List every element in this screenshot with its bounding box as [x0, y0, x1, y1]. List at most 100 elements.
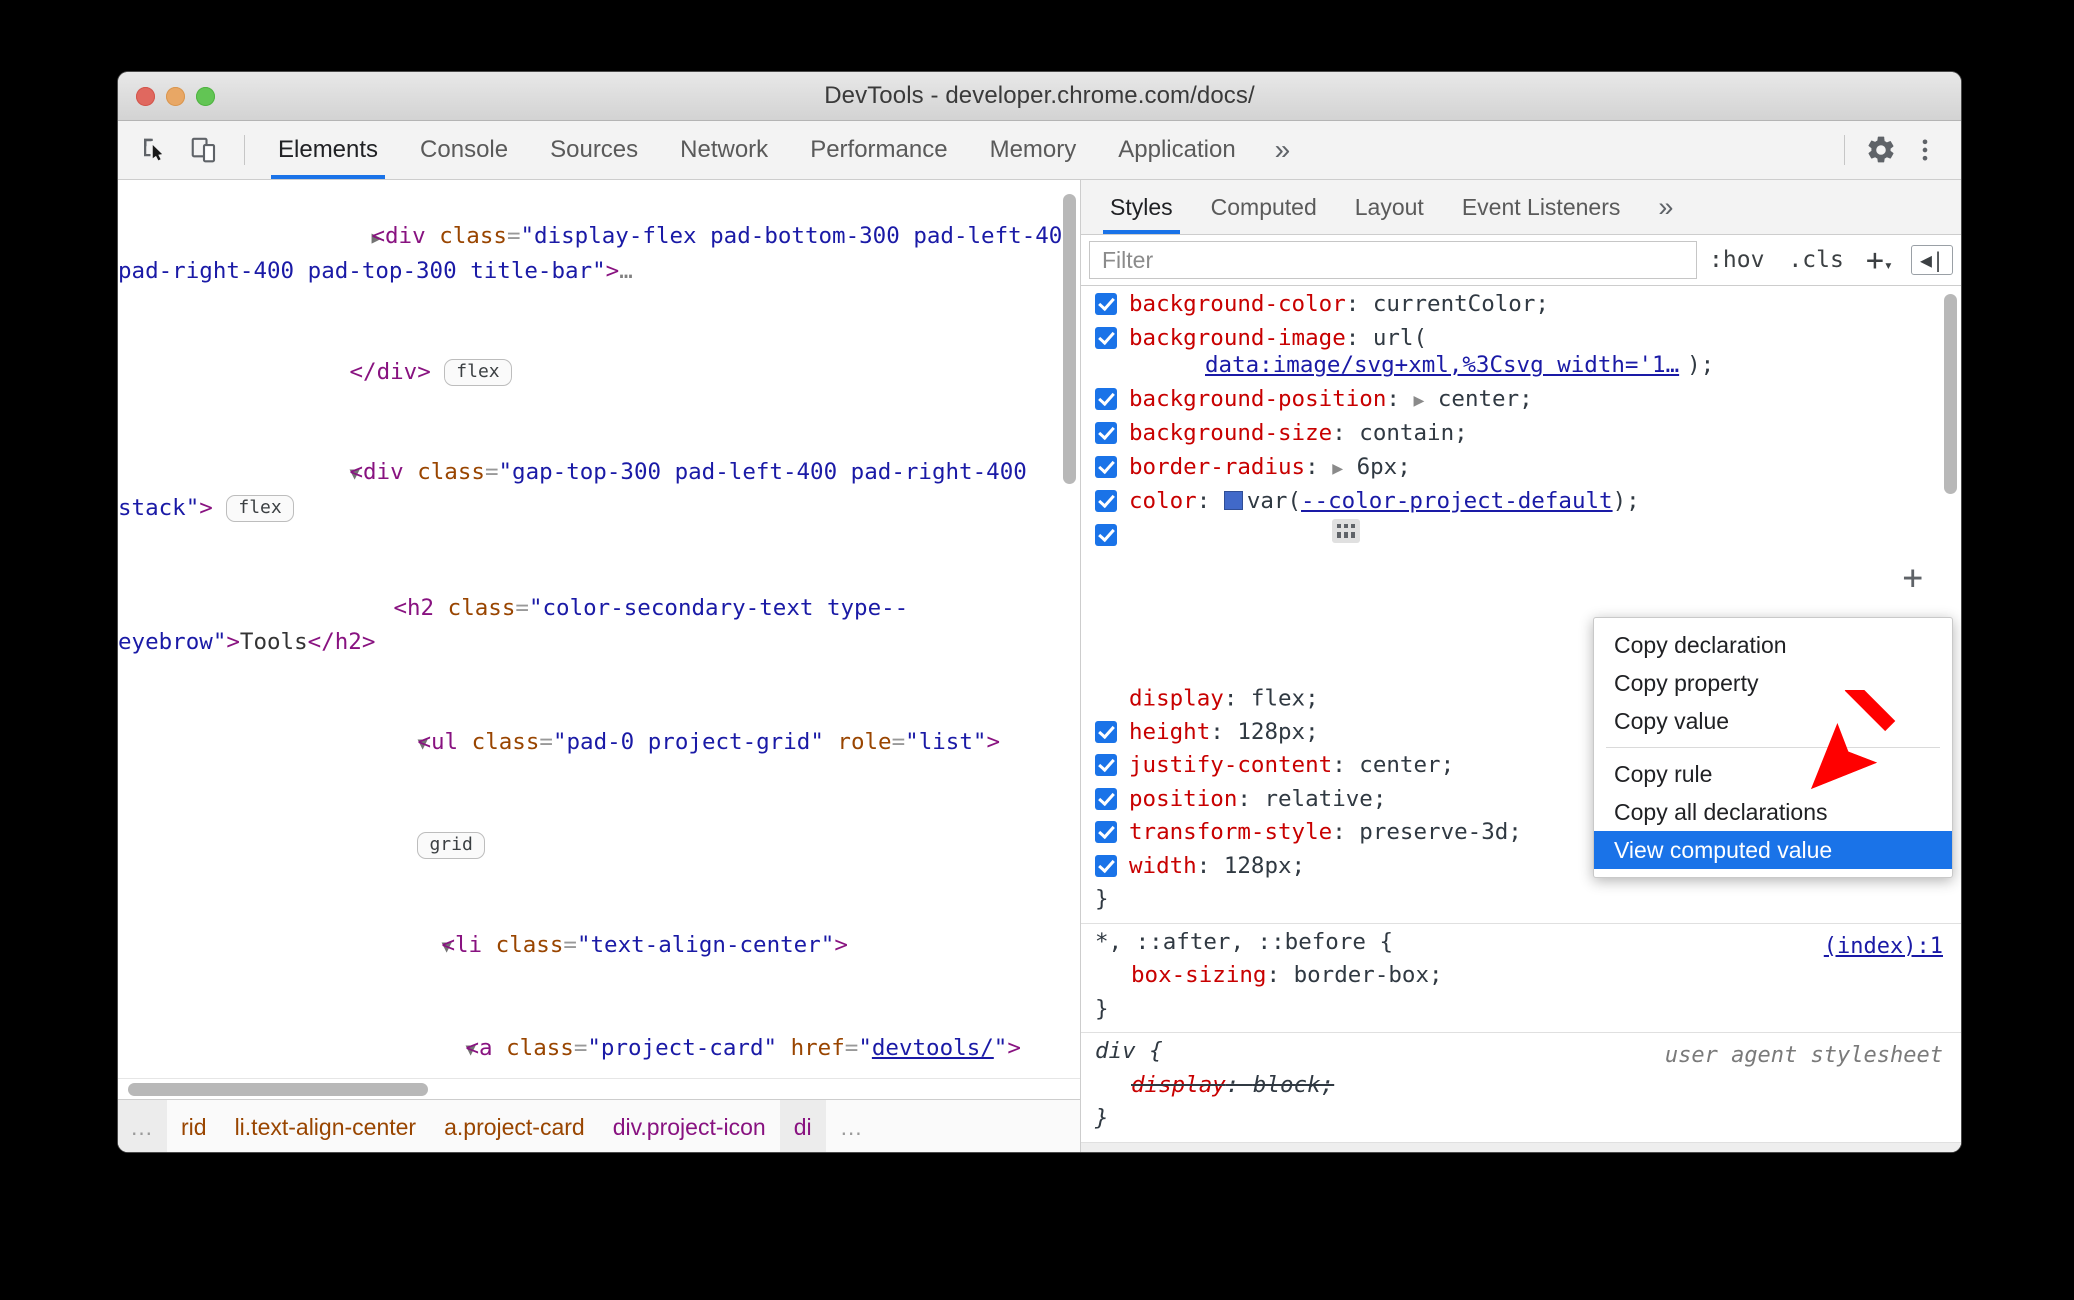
css-value[interactable]: border-box; — [1294, 962, 1443, 988]
styles-more-tabs-chevron-icon[interactable]: » — [1639, 180, 1692, 234]
css-property[interactable]: color — [1129, 488, 1197, 514]
menu-item-view-computed-value[interactable]: View computed value — [1594, 831, 1952, 869]
tab-network[interactable]: Network — [659, 121, 789, 179]
css-value[interactable]: flex; — [1251, 685, 1319, 711]
declaration-checkbox[interactable] — [1095, 387, 1117, 410]
panel-toggle-icon[interactable]: ◀| — [1910, 245, 1953, 275]
css-property[interactable]: position — [1129, 786, 1237, 812]
dom-line[interactable]: ▼<ul class="pad-0 project-grid" role="li… — [118, 693, 1080, 796]
css-property[interactable]: width — [1129, 853, 1197, 879]
declaration-checkbox[interactable] — [1095, 326, 1117, 349]
tab-event-listeners[interactable]: Event Listeners — [1443, 180, 1640, 234]
css-value[interactable]: block; — [1253, 1072, 1334, 1098]
breadcrumb-item-li[interactable]: li.text-align-center — [221, 1100, 431, 1152]
filter-input[interactable]: Filter — [1089, 241, 1698, 279]
declaration-row[interactable]: background-size: contain; — [1081, 417, 1961, 451]
flex-badge[interactable]: flex — [444, 358, 512, 386]
declaration-checkbox[interactable] — [1095, 523, 1117, 546]
tab-computed[interactable]: Computed — [1192, 180, 1336, 234]
css-value[interactable]: 128px; — [1224, 853, 1305, 879]
flexbox-editor-icon[interactable] — [1332, 518, 1361, 543]
grid-badge[interactable]: grid — [417, 831, 485, 859]
tab-console[interactable]: Console — [399, 121, 529, 179]
css-property[interactable]: justify-content — [1129, 752, 1332, 778]
declaration-checkbox[interactable] — [1095, 455, 1117, 478]
css-property[interactable]: display — [1129, 685, 1224, 711]
expand-triangle-icon[interactable]: ▶ — [1413, 390, 1424, 411]
css-property[interactable]: background-position — [1129, 386, 1386, 412]
tab-memory[interactable]: Memory — [969, 121, 1098, 179]
declaration-checkbox[interactable] — [1095, 754, 1117, 776]
dom-tree-horizontal-scrollbar[interactable] — [118, 1078, 1080, 1099]
class-toggle[interactable]: .cls — [1776, 247, 1855, 273]
rule-source-link[interactable]: (index):1 — [1824, 930, 1943, 964]
declaration-checkbox[interactable] — [1095, 854, 1117, 877]
dom-line[interactable]: <h2 class="color-secondary-text type--ey… — [118, 559, 1080, 693]
css-property[interactable]: box-sizing — [1131, 962, 1266, 988]
css-value[interactable]: relative; — [1264, 786, 1386, 812]
css-value[interactable]: 6px; — [1357, 454, 1411, 480]
css-value[interactable]: url( — [1373, 325, 1427, 351]
css-property[interactable]: display — [1131, 1072, 1226, 1098]
tab-sources[interactable]: Sources — [529, 121, 659, 179]
declaration-checkbox[interactable] — [1095, 821, 1117, 843]
tab-styles[interactable]: Styles — [1091, 180, 1192, 234]
breadcrumb-overflow-right[interactable]: … — [826, 1100, 879, 1152]
dom-line[interactable]: ▼<div class="gap-top-300 pad-left-400 pa… — [118, 423, 1080, 559]
css-property[interactable]: transform-style — [1129, 819, 1332, 845]
declaration-checkbox[interactable] — [1095, 720, 1117, 743]
scrollbar-thumb[interactable] — [128, 1083, 428, 1096]
css-value[interactable]: contain; — [1359, 420, 1467, 446]
href-link[interactable]: devtools/ — [872, 1035, 994, 1061]
styles-vertical-scrollbar[interactable] — [1944, 294, 1957, 494]
css-value[interactable]: center; — [1438, 386, 1533, 412]
tab-layout[interactable]: Layout — [1336, 180, 1443, 234]
declaration-checkbox[interactable] — [1095, 787, 1117, 810]
declaration-row[interactable]: box-sizing: border-box; — [1081, 959, 1961, 993]
breadcrumb-item-a[interactable]: a.project-card — [430, 1100, 599, 1152]
inspect-element-icon[interactable] — [132, 128, 176, 172]
dom-line[interactable]: ▼<a class="project-card" href="devtools/… — [118, 998, 1080, 1078]
css-value[interactable]: 128px; — [1237, 719, 1318, 745]
css-property[interactable]: background-size — [1129, 420, 1332, 446]
css-variable-link[interactable]: --color-project-default — [1301, 488, 1613, 514]
data-uri-link[interactable]: data:image/svg+xml,%3Csvg width='1… — [1205, 349, 1679, 383]
declaration-row[interactable]: background-position: ▶ center; — [1081, 383, 1961, 418]
tab-application[interactable]: Application — [1097, 121, 1256, 179]
declaration-checkbox[interactable] — [1095, 490, 1117, 512]
gear-icon[interactable] — [1859, 128, 1903, 172]
add-declaration-plus-icon[interactable]: + — [1903, 561, 1923, 596]
breadcrumb-item-div-cover[interactable]: di — [779, 1100, 826, 1152]
tab-performance[interactable]: Performance — [789, 121, 968, 179]
css-property[interactable]: border-radius — [1129, 454, 1305, 480]
dom-tree-vertical-scrollbar[interactable] — [1063, 194, 1076, 484]
kebab-menu-icon[interactable] — [1903, 128, 1947, 172]
declaration-checkbox[interactable] — [1095, 422, 1117, 444]
dom-line[interactable]: grid — [118, 795, 1080, 896]
expand-triangle-icon[interactable]: ▶ — [1332, 458, 1343, 479]
plus-icon[interactable]: +▾ — [1856, 243, 1903, 278]
breadcrumb-item-div-project-icon[interactable]: div.project-icon — [599, 1100, 780, 1152]
color-swatch[interactable] — [1223, 491, 1243, 510]
more-tabs-chevron-icon[interactable]: » — [1257, 121, 1309, 179]
device-toolbar-icon[interactable] — [182, 128, 226, 172]
declaration-checkbox[interactable] — [1095, 293, 1117, 315]
css-value[interactable]: center; — [1359, 752, 1454, 778]
declaration-row[interactable]: border-radius: ▶ 6px; — [1081, 451, 1961, 486]
css-property[interactable]: height — [1129, 719, 1210, 745]
css-property[interactable]: background-image — [1129, 325, 1346, 351]
hover-state-toggle[interactable]: :hov — [1697, 247, 1776, 273]
breadcrumb-overflow-left[interactable]: … — [118, 1100, 167, 1152]
tab-elements[interactable]: Elements — [257, 121, 399, 179]
dom-line[interactable]: </div> flex — [118, 322, 1080, 423]
menu-item-copy-declaration[interactable]: Copy declaration — [1594, 626, 1952, 664]
breadcrumb-item-grid[interactable]: rid — [167, 1100, 221, 1152]
flex-badge[interactable]: flex — [226, 494, 294, 522]
dom-line[interactable]: ▼<li class="text-align-center"> — [118, 896, 1080, 999]
css-property[interactable]: background-color — [1129, 291, 1346, 317]
declaration-row[interactable]: display: block; — [1081, 1069, 1961, 1103]
declaration-row[interactable]: background-color: currentColor; — [1081, 288, 1961, 322]
css-value[interactable]: preserve-3d; — [1359, 819, 1522, 845]
declaration-row[interactable]: color: var(--color-project-default); — [1081, 485, 1961, 519]
dom-tree[interactable]: ▶<div class="display-flex pad-bottom-300… — [118, 180, 1080, 1078]
